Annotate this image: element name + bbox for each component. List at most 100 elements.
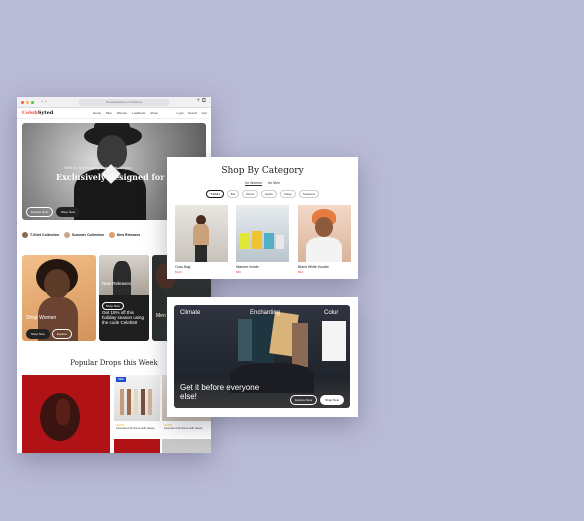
product-image-2 (114, 439, 160, 453)
new-tab-icon[interactable]: + ⧉ (197, 98, 206, 105)
figure-shape (240, 233, 250, 249)
garment (120, 389, 124, 415)
filter-chip[interactable]: Dress (242, 190, 259, 198)
category-item-name: Warmer Inside (236, 265, 259, 269)
menu-item-men[interactable]: Men (106, 111, 112, 115)
main-menu: Home Men Women Lookbook About (93, 111, 158, 115)
new-badge: NEW (116, 377, 126, 382)
banner-explore-button[interactable]: Explore Now (290, 395, 318, 405)
banner-word-2: Enchanting (250, 310, 281, 316)
category-item[interactable]: Coco Bag $120 (175, 205, 228, 274)
collection-new-releases[interactable]: New Releases (108, 232, 140, 238)
figure-shape (193, 224, 209, 246)
figure-shape (315, 217, 333, 237)
category-title: Shop By Category (221, 166, 304, 176)
category-item-price: $86 (236, 270, 242, 274)
close-dot-icon[interactable] (21, 101, 24, 104)
figure-shape (195, 245, 207, 262)
category-item-name: Bland White Hoodie (298, 265, 329, 269)
category-item[interactable]: Bland White Hoodie $64 (298, 205, 351, 274)
gender-tabs: for Women for Men (167, 181, 358, 185)
filter-chip[interactable]: Bot (226, 190, 240, 198)
banner-buttons: Explore Now Shop Now (290, 395, 344, 405)
product-caption: Lavender knit dress with tassel (164, 426, 203, 430)
tile-men-label: Men (156, 313, 166, 319)
site-logo[interactable]: CelebSyted (22, 110, 53, 116)
category-panel: Shop By Category for Women for Men T-Shi… (167, 157, 358, 279)
promo-text: Get 15% off this holiday season using th… (102, 310, 145, 325)
figure-shape (306, 237, 342, 262)
tile-new-releases[interactable]: New Releases Shop Now Get 15% off this h… (99, 255, 149, 341)
tab-men[interactable]: for Men (268, 181, 280, 185)
bag-shape (292, 323, 308, 367)
shop-now-button[interactable]: Shop Now (56, 207, 80, 217)
header-actions: Login Search Cart (176, 111, 207, 115)
browser-chrome: ‹ › thecelebstore.com/shop + ⧉ (17, 97, 211, 108)
tile-shop-button[interactable]: Shop Now (26, 329, 50, 339)
collection-tshirt[interactable]: T-Shirt Collection (22, 232, 59, 238)
nav-arrows-icon[interactable]: ‹ › (41, 99, 47, 105)
filter-chip[interactable]: Cargo (279, 190, 296, 198)
tile-women-label: Shop Women (26, 315, 57, 321)
drop-feature[interactable] (22, 375, 110, 453)
figure-shape (252, 231, 262, 249)
promo-banner-panel: Climate Enchanting Colur Get it before e… (167, 297, 358, 417)
banner-shop-button[interactable]: Shop Now (320, 395, 344, 405)
banner-title: Get it before everyone else! (180, 383, 260, 401)
tile-women-buttons: Shop Now Explore (26, 329, 73, 339)
site-header: CelebSyted Home Men Women Lookbook About… (17, 108, 211, 119)
filter-chip[interactable]: Suspend (298, 190, 319, 198)
category-item-price: $64 (298, 270, 304, 274)
collection-summer[interactable]: Summer Collection (63, 232, 104, 238)
promo-shop-button[interactable]: Shop Now (102, 302, 124, 310)
collection-thumb (22, 232, 28, 238)
tile-face (44, 269, 70, 299)
collection-thumb (63, 232, 70, 238)
drop-hand (56, 399, 70, 425)
hero-head (97, 135, 127, 169)
search-link[interactable]: Search (188, 111, 198, 115)
filter-chip[interactable]: T-Shirt (206, 190, 224, 198)
tile-women[interactable]: Shop Women Shop Now Explore (22, 255, 96, 341)
figure-shape (276, 235, 284, 249)
tile-new-label: New Releases (102, 281, 132, 286)
garment (134, 389, 138, 415)
product-image: NEW (114, 375, 160, 421)
garment (148, 389, 152, 415)
product-image-2 (162, 439, 211, 453)
menu-item-lookbook[interactable]: Lookbook (132, 111, 145, 115)
tile-explore-button[interactable]: Explore (51, 329, 73, 339)
address-bar[interactable]: thecelebstore.com/shop (79, 99, 169, 106)
minimize-dot-icon[interactable] (26, 101, 29, 104)
figure-shape (264, 233, 274, 249)
category-filters: T-Shirt Bot Dress Heels Cargo Suspend (167, 190, 358, 198)
menu-item-home[interactable]: Home (93, 111, 101, 115)
login-link[interactable]: Login (176, 111, 183, 115)
tile-figure (113, 261, 131, 295)
promo-banner-image: Climate Enchanting Colur Get it before e… (174, 305, 350, 408)
hero-buttons: Explore Now Shop Now (26, 207, 80, 217)
maximize-dot-icon[interactable] (31, 101, 34, 104)
hero-subtitle: With an outstanding style, only for you (64, 165, 132, 170)
explore-button[interactable]: Explore Now (26, 207, 54, 217)
category-image (236, 205, 289, 262)
garment (141, 389, 145, 415)
product-card[interactable]: NEW ★★★ Lavender knit dress with tassel (114, 375, 160, 453)
bag-shape (322, 321, 346, 361)
category-image (298, 205, 351, 262)
menu-item-about[interactable]: About (150, 111, 158, 115)
tab-women[interactable]: for Women (245, 181, 262, 185)
category-image (175, 205, 228, 262)
menu-item-women[interactable]: Women (117, 111, 127, 115)
banner-word-3: Colur (324, 310, 339, 316)
filter-chip[interactable]: Heels (261, 190, 277, 198)
collection-thumb (108, 232, 115, 238)
garment (127, 389, 131, 415)
hero-title: Exclusively designed for you (56, 172, 184, 182)
category-item-name: Coco Bag (175, 265, 191, 269)
cart-link[interactable]: Cart (201, 111, 207, 115)
product-caption: Lavender knit dress with tassel (116, 426, 155, 430)
category-item[interactable]: Warmer Inside $86 (236, 205, 289, 274)
category-item-price: $120 (175, 270, 182, 274)
banner-word-1: Climate (180, 310, 201, 316)
